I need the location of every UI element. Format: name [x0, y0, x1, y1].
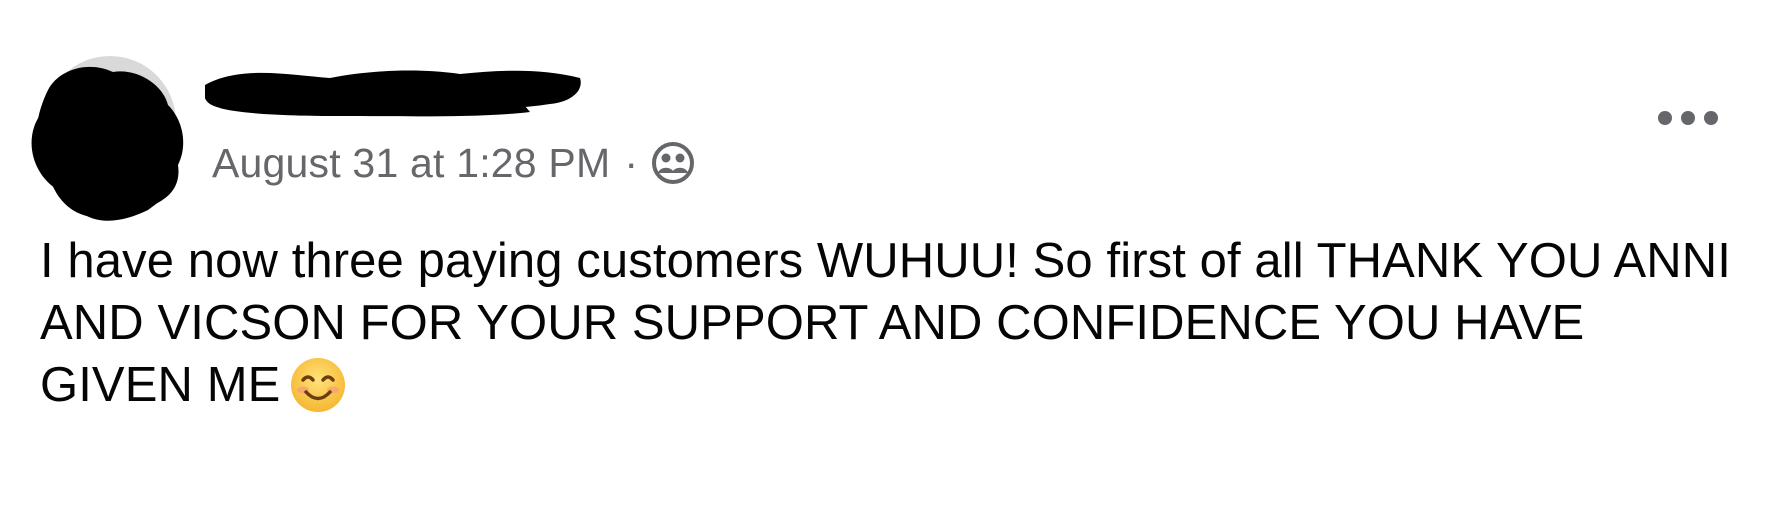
friends-icon[interactable]	[650, 140, 696, 186]
meta-separator: ·	[624, 140, 639, 186]
author-name-redacted[interactable]	[200, 60, 585, 120]
post-body: I have now three paying customers WUHUU!…	[40, 230, 1740, 416]
author-avatar-redacted[interactable]	[18, 50, 190, 222]
post-meta: August 31 at 1:28 PM ·	[212, 138, 696, 188]
smiling-face-icon	[288, 355, 348, 415]
more-options-button[interactable]	[1650, 100, 1726, 140]
post-timestamp[interactable]: August 31 at 1:28 PM	[212, 138, 610, 188]
facebook-post: August 31 at 1:28 PM · I have now three …	[0, 0, 1780, 514]
more-options-icon	[1656, 109, 1720, 132]
